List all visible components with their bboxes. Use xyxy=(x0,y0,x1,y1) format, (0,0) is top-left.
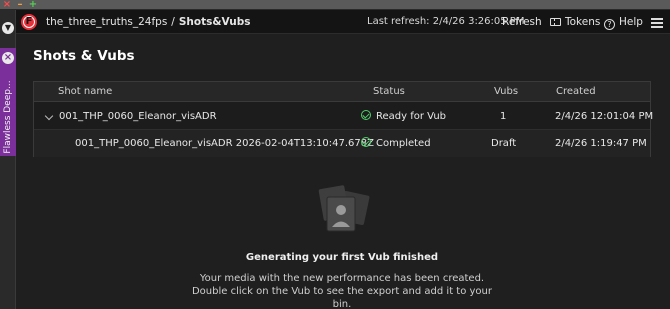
refresh-label: Refresh xyxy=(502,16,542,28)
status-text: Ready for Vub xyxy=(376,111,446,122)
column-header-vubs[interactable]: Vubs xyxy=(494,82,518,102)
breadcrumb-separator: / xyxy=(171,16,175,28)
page-title: Shots & Vubs xyxy=(33,48,135,64)
chevron-down-icon[interactable] xyxy=(44,111,54,121)
breadcrumb: the_three_truths_24fps / Shots&Vubs xyxy=(46,10,251,34)
close-icon[interactable]: × xyxy=(2,52,14,64)
table-header: Shot name Status Vubs Created xyxy=(34,82,650,102)
side-panel-tab[interactable]: × Flawless Deep... xyxy=(0,48,16,156)
breadcrumb-current: Shots&Vubs xyxy=(178,16,251,28)
help-label: Help xyxy=(619,16,643,28)
left-panel-strip: ▼ × Flawless Deep... xyxy=(0,10,16,309)
app-header: the_three_truths_24fps /Shots&Vubs Last r… xyxy=(16,10,670,34)
ticket-icon xyxy=(550,18,561,26)
side-panel-tab-label: Flawless Deep... xyxy=(3,80,13,154)
hamburger-menu-icon[interactable] xyxy=(651,18,663,28)
shots-table: Shot name Status Vubs Created 001_THP_00… xyxy=(33,81,654,157)
status-text: Completed xyxy=(376,138,431,149)
status-cell: Completed xyxy=(361,130,431,157)
help-button[interactable]: ? Help xyxy=(604,10,643,34)
created-cell: 2/4/26 12:01:04 PM xyxy=(555,111,654,122)
column-header-status[interactable]: Status xyxy=(373,82,405,102)
chevron-down-icon[interactable]: ▼ xyxy=(2,22,14,34)
breadcrumb-project[interactable]: the_three_truths_24fps xyxy=(46,16,167,28)
column-header-shot-name[interactable]: Shot name xyxy=(58,82,112,102)
check-circle-icon xyxy=(361,110,371,120)
created-cell: 2/4/26 1:19:47 PM xyxy=(555,138,647,149)
table-row[interactable]: 001_THP_0060_Eleanor_visADR 2026-02-04T1… xyxy=(34,130,650,157)
status-cell: Ready for Vub xyxy=(361,103,446,130)
empty-state-title: Generating your first Vub finished xyxy=(245,252,439,263)
shot-name-cell: 001_THP_0060_Eleanor_visADR 2026-02-04T1… xyxy=(75,138,374,149)
window-close-icon[interactable]: × xyxy=(2,0,12,10)
last-refresh-text: Last refresh: 2/4/26 3:26:05 PM xyxy=(367,16,525,27)
help-icon: ? xyxy=(604,19,615,30)
window-minimize-icon[interactable]: – xyxy=(15,0,25,10)
app-logo-icon xyxy=(21,14,37,30)
table-row[interactable]: 001_THP_0060_Eleanor_visADR Ready for Vu… xyxy=(34,103,654,130)
refresh-button[interactable]: Refresh xyxy=(502,10,542,34)
check-circle-icon xyxy=(361,137,371,147)
shot-name-cell: 001_THP_0060_Eleanor_visADR xyxy=(59,111,217,122)
vubs-cell: Draft xyxy=(491,138,517,149)
empty-state-body: Your media with the new performance has … xyxy=(191,273,493,309)
tokens-label: Tokens xyxy=(565,16,601,28)
tokens-button[interactable]: Tokens xyxy=(550,10,600,34)
window-titlebar: × – + xyxy=(0,0,670,10)
vubs-cell: 1 xyxy=(500,111,507,122)
column-header-created[interactable]: Created xyxy=(556,82,596,102)
media-cards-illustration-icon xyxy=(313,183,373,233)
window-maximize-icon[interactable]: + xyxy=(28,0,38,10)
